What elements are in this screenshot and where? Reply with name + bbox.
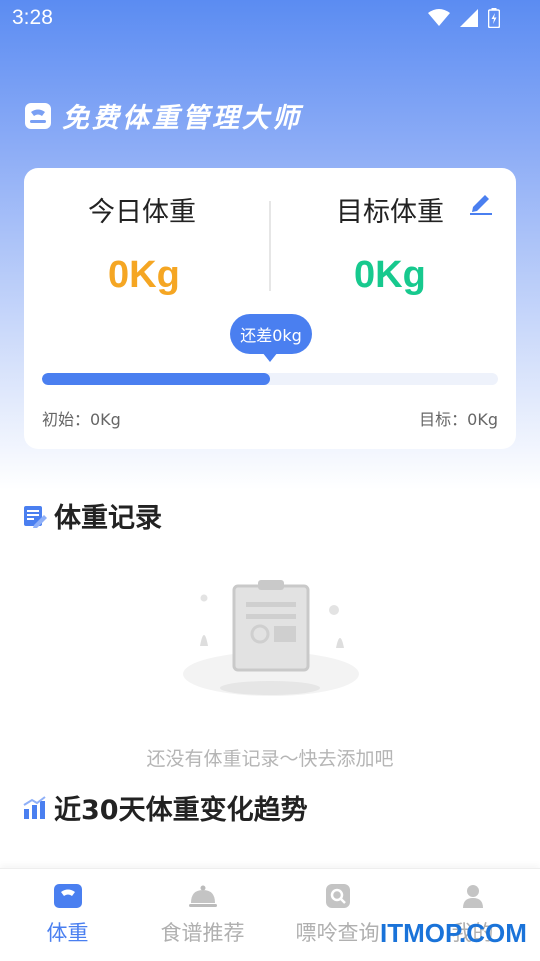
- status-icons: [428, 8, 500, 28]
- wifi-icon: [428, 9, 450, 26]
- app-title: 免费体重管理大师: [62, 103, 302, 134]
- notes-icon: [24, 505, 47, 528]
- trend-chart-icon: [23, 795, 46, 819]
- today-weight-value[interactable]: 0Kg: [108, 254, 180, 297]
- bubble-tail: [262, 352, 278, 362]
- empty-clipboard-icon: [183, 580, 359, 696]
- status-bar: 3:28: [0, 0, 540, 40]
- app-header: 免费体重管理大师: [24, 96, 302, 135]
- tab-recipes[interactable]: 食谱推荐: [135, 869, 270, 961]
- user-icon: [462, 885, 483, 908]
- progress-bar: [42, 373, 498, 385]
- records-title: 体重记录: [54, 503, 162, 534]
- goal-weight-label: 目标：0Kg: [419, 410, 498, 429]
- cloche-icon: [188, 885, 217, 907]
- signal-icon: [460, 9, 478, 27]
- progress-fill: [42, 373, 270, 385]
- tab-weight-label: 体重: [46, 921, 89, 945]
- weight-summary-card: 今日体重 0Kg 目标体重 0Kg 还差0kg 初始：0Kg 目标：0Kg: [24, 168, 516, 449]
- battery-icon: [488, 8, 500, 28]
- trend-section-header: 近30天体重变化趋势: [22, 788, 308, 827]
- search-icon: [325, 884, 350, 908]
- trend-title: 近30天体重变化趋势: [54, 795, 308, 826]
- today-weight-label: 今日体重: [88, 197, 196, 228]
- scale-icon: [25, 102, 51, 129]
- watermark: ITMOP.COM: [380, 918, 527, 948]
- records-section-header: 体重记录: [22, 496, 162, 535]
- card-divider: [269, 201, 271, 291]
- scale-icon: [53, 884, 82, 908]
- target-weight-label: 目标体重: [336, 197, 444, 228]
- tab-weight[interactable]: 体重: [0, 869, 135, 961]
- initial-weight-label: 初始：0Kg: [42, 410, 121, 429]
- tab-recipes-label: 食谱推荐: [160, 921, 245, 945]
- empty-records-text: 还没有体重记录～快去添加吧: [146, 748, 394, 770]
- target-weight-value[interactable]: 0Kg: [354, 254, 426, 297]
- status-time: 3:28: [12, 6, 53, 29]
- edit-icon[interactable]: [468, 190, 494, 216]
- remaining-bubble: 还差0kg: [230, 314, 312, 354]
